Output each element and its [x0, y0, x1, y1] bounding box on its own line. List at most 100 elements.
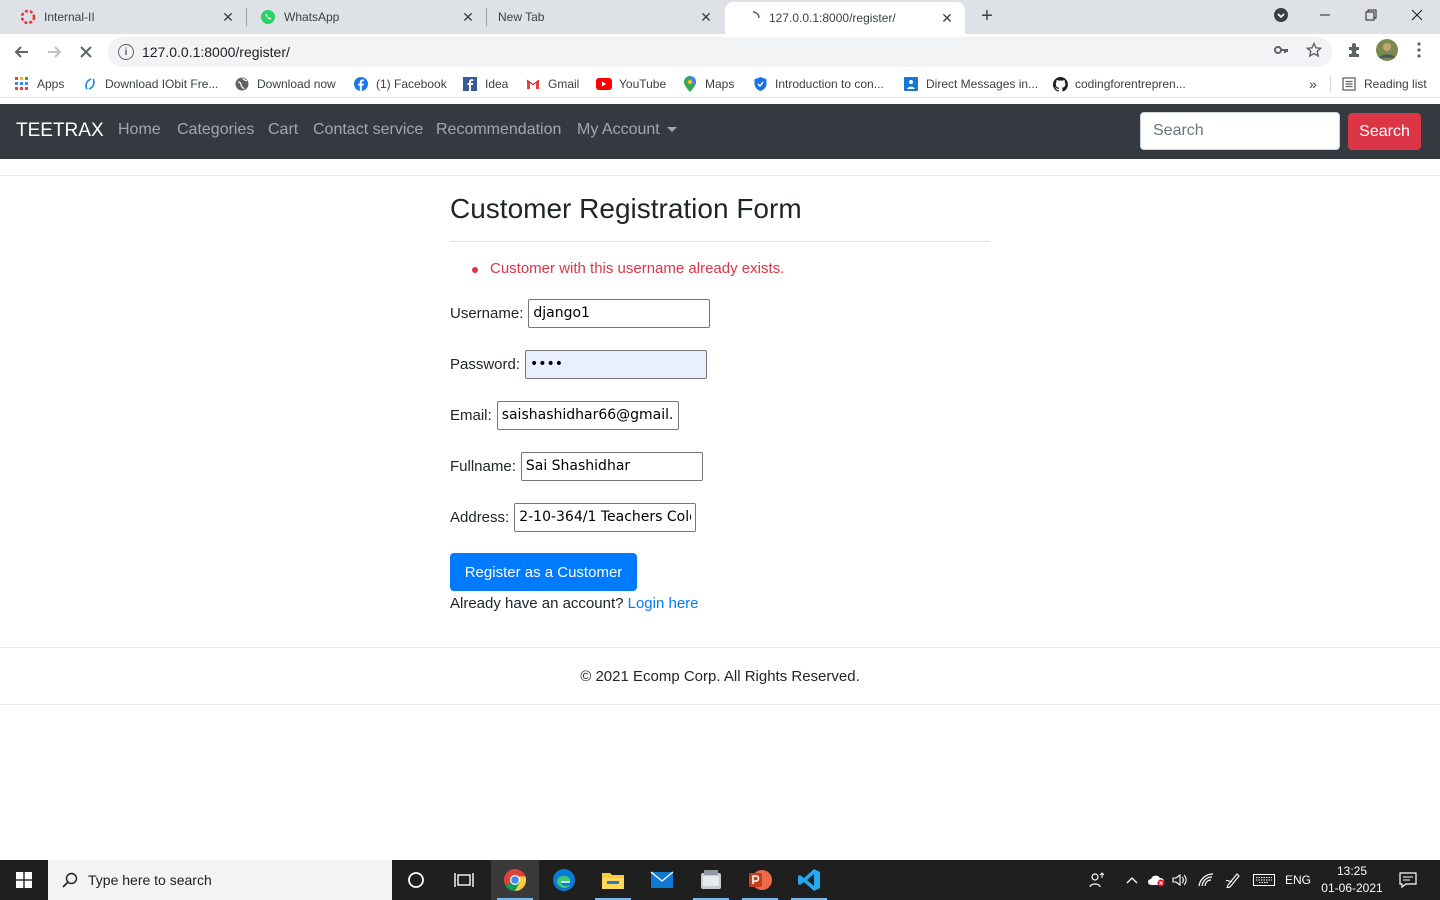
- username-field[interactable]: [528, 298, 711, 328]
- site-search-input[interactable]: [1140, 112, 1340, 150]
- maps-icon: [682, 76, 698, 92]
- bookmark-download-now[interactable]: Download now: [234, 75, 336, 93]
- reading-list-icon: [1341, 76, 1357, 92]
- brand-logo[interactable]: TEETRAX: [16, 120, 104, 142]
- email-field[interactable]: [496, 400, 679, 430]
- bookmark-gmail[interactable]: Gmail: [525, 75, 579, 93]
- restore-icon: [1365, 9, 1377, 21]
- keyboard-icon[interactable]: [1251, 860, 1277, 900]
- password-label: Password:: [450, 355, 521, 373]
- avatar[interactable]: [1376, 39, 1398, 61]
- close-tab-icon[interactable]: ✕: [939, 10, 955, 26]
- extensions-icon[interactable]: [1345, 41, 1363, 59]
- volume-icon[interactable]: [1170, 860, 1190, 900]
- taskbar-file-explorer[interactable]: [589, 860, 637, 900]
- bookmark-facebook[interactable]: (1) Facebook: [353, 75, 447, 93]
- tab-whatsapp[interactable]: WhatsApp ✕: [240, 0, 486, 34]
- username-row: Username:: [450, 298, 711, 328]
- onedrive-error-icon[interactable]: [1146, 860, 1168, 900]
- edge-icon: [553, 869, 575, 891]
- taskbar-powerpoint[interactable]: [736, 860, 784, 900]
- tab-internal[interactable]: Internal-II ✕: [0, 0, 246, 34]
- login-link[interactable]: Login here: [628, 595, 699, 612]
- close-tab-icon[interactable]: ✕: [460, 9, 476, 25]
- tab-search-button[interactable]: [1258, 0, 1304, 30]
- bookmark-label: Download IObit Fre...: [105, 77, 219, 91]
- bookmark-maps[interactable]: Maps: [682, 75, 734, 93]
- taskbar-vscode[interactable]: [785, 860, 833, 900]
- key-icon[interactable]: [1272, 41, 1290, 59]
- cortana-button[interactable]: [392, 860, 440, 900]
- taskbar-mail[interactable]: [638, 860, 686, 900]
- nav-categories[interactable]: Categories: [177, 121, 254, 139]
- minimize-button[interactable]: [1302, 0, 1348, 30]
- nav-my-account-dropdown[interactable]: My Account: [577, 121, 677, 139]
- taskbar-edge[interactable]: [540, 860, 588, 900]
- bookmark-codingforentrepreneurs[interactable]: codingforentrepren...: [1052, 75, 1186, 93]
- vscode-icon: [798, 869, 820, 891]
- nav-cart[interactable]: Cart: [268, 121, 298, 139]
- restore-button[interactable]: [1348, 0, 1394, 30]
- password-field[interactable]: [525, 349, 708, 379]
- bookmark-label: (1) Facebook: [376, 77, 447, 91]
- info-icon[interactable]: i: [118, 44, 134, 60]
- more-menu-icon[interactable]: [1410, 41, 1428, 59]
- star-icon[interactable]: [1305, 41, 1323, 59]
- taskbar-app[interactable]: [687, 860, 735, 900]
- task-view-button[interactable]: [440, 860, 488, 900]
- bookmark-direct-messages[interactable]: Direct Messages in...: [903, 75, 1038, 93]
- pen-icon[interactable]: [1222, 860, 1244, 900]
- address-field[interactable]: [514, 502, 697, 532]
- chat-icon: [903, 76, 919, 92]
- bullet-icon: [472, 267, 478, 273]
- nav-home[interactable]: Home: [118, 121, 161, 139]
- globe-icon: [234, 76, 250, 92]
- site-search-button[interactable]: Search: [1348, 113, 1421, 150]
- tab-title: 127.0.0.1:8000/register/: [769, 11, 896, 25]
- language-indicator[interactable]: ENG: [1282, 860, 1314, 900]
- start-button[interactable]: [0, 860, 48, 900]
- bookmark-label: Apps: [37, 77, 65, 91]
- forward-arrow-icon: [48, 46, 62, 58]
- taskbar-search-box[interactable]: Type here to search: [48, 860, 392, 900]
- close-window-button[interactable]: [1394, 0, 1440, 30]
- bookmark-label: Introduction to con...: [775, 77, 884, 91]
- bookmark-iobit[interactable]: Download IObit Fre...: [82, 75, 218, 93]
- idea-icon: [462, 76, 478, 92]
- wifi-icon[interactable]: [1196, 860, 1216, 900]
- fullname-field[interactable]: [520, 451, 703, 481]
- bookmark-label: Gmail: [548, 77, 580, 91]
- divider: [1330, 75, 1331, 93]
- reading-list-button[interactable]: Reading list: [1341, 75, 1427, 93]
- login-prompt: Already have an account? Login here: [450, 595, 699, 612]
- nav-recommendation[interactable]: Recommendation: [436, 121, 561, 139]
- forward-button[interactable]: [42, 40, 66, 64]
- tab-register[interactable]: 127.0.0.1:8000/register/ ✕: [725, 2, 965, 34]
- close-tab-icon[interactable]: ✕: [698, 9, 714, 25]
- back-arrow-icon: [14, 46, 28, 58]
- bookmarks-overflow-button[interactable]: »: [1309, 75, 1317, 93]
- stop-loading-button[interactable]: [74, 40, 98, 64]
- bookmark-youtube[interactable]: YouTube: [596, 75, 666, 93]
- gmail-icon: [525, 76, 541, 92]
- taskbar-chrome[interactable]: [491, 860, 539, 900]
- people-icon[interactable]: [1084, 860, 1110, 900]
- back-button[interactable]: [10, 40, 34, 64]
- divider: [0, 704, 1440, 705]
- system-clock[interactable]: 13:25 01-06-2021: [1316, 863, 1388, 897]
- tab-new-tab[interactable]: New Tab ✕: [478, 0, 724, 34]
- new-tab-button[interactable]: +: [976, 5, 998, 27]
- taskbar: Type here to search ENG 13:25 01-06-2021: [0, 860, 1440, 900]
- taskbar-search-placeholder: Type here to search: [88, 872, 212, 888]
- nav-contact-service[interactable]: Contact service: [313, 121, 423, 139]
- bookmark-apps[interactable]: Apps: [14, 75, 64, 93]
- chevron-up-icon[interactable]: [1122, 860, 1142, 900]
- notifications-icon[interactable]: [1394, 860, 1422, 900]
- address-row: Address:: [450, 502, 697, 532]
- close-tab-icon[interactable]: ✕: [220, 9, 236, 25]
- bookmark-introduction[interactable]: Introduction to con...: [752, 75, 884, 93]
- bookmark-idea[interactable]: Idea: [462, 75, 508, 93]
- address-bar[interactable]: i 127.0.0.1:8000/register/: [108, 37, 1332, 67]
- register-button[interactable]: Register as a Customer: [450, 553, 637, 591]
- apps-grid-icon: [14, 76, 30, 92]
